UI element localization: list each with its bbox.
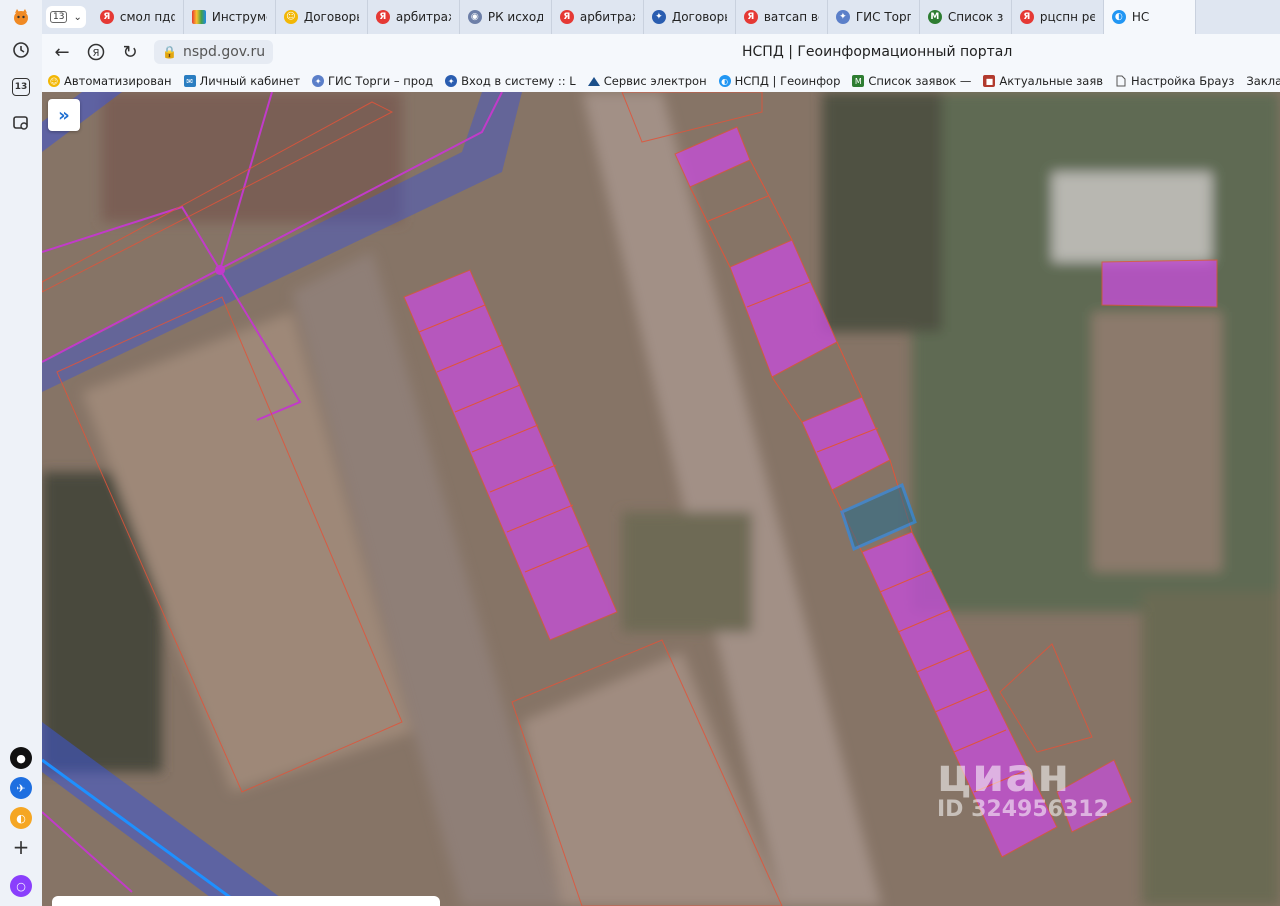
page-icon [1115, 75, 1127, 87]
bookmark-label: Сервис электрон [603, 74, 707, 88]
gis-icon: ✦ [835, 10, 850, 24]
browser-tab[interactable]: Ясмол пдф с [92, 0, 184, 34]
address-bar: ← Я ↻ 🔒 nspd.gov.ru НСПД | Геоинформацио… [42, 34, 1280, 70]
smiley-icon: ☺ [48, 75, 60, 87]
browser-tab[interactable]: ✦ ГИС Торги - [828, 0, 920, 34]
add-icon[interactable]: + [9, 835, 33, 859]
gmail-icon: M [927, 10, 942, 24]
url-text: nspd.gov.ru [182, 44, 266, 60]
chrome-icon: ◉ [467, 10, 482, 24]
bookmark-item[interactable]: ✦ ГИС Торги – прод [306, 74, 439, 88]
expand-panel-button[interactable]: » [48, 99, 80, 131]
cube-icon: ■ [983, 75, 996, 87]
tab-strip: 13 ⌄ Ясмол пдф с Инструмент ☺Договоры а … [42, 0, 1280, 34]
browser-tab-active[interactable]: ◐ НС [1103, 0, 1196, 34]
bookmark-label: Вход в систему :: L [461, 74, 576, 88]
tab-title: Договоры а [303, 10, 359, 24]
bookmark-label: НСПД | Геоинфор [734, 74, 841, 88]
yandex-home-icon[interactable]: Я [82, 38, 110, 66]
page-title: НСПД | Геоинформационный портал [742, 44, 1013, 60]
gis-icon: ✦ [312, 75, 325, 87]
browser-sidebar: 13 ● ✈ ◐ + ○ [0, 0, 43, 906]
tab-title: Инструмент [211, 10, 267, 24]
gov-eagle-icon: ✦ [445, 75, 458, 87]
yandex-icon: Я [375, 10, 390, 24]
bottom-info-panel[interactable] [52, 896, 440, 906]
bookmarks-bar: ☺ Автоматизирован ✉ Личный кабинет ✦ ГИС То… [42, 70, 1280, 93]
nspd-icon: ◐ [718, 75, 731, 87]
tab-title: ГИС Торги - [855, 10, 911, 24]
reload-icon[interactable]: ↻ [116, 38, 144, 66]
gmail-icon: M [852, 75, 865, 87]
tab-title: рцспн респ [1039, 10, 1095, 24]
bookmark-item[interactable]: Настройка Брауз [1109, 74, 1240, 88]
browser-tab[interactable]: M Список зая [920, 0, 1012, 34]
grid-icon [191, 10, 206, 24]
browser-tab[interactable]: Яарбитражн [552, 0, 644, 34]
bookmark-item[interactable]: M Список заявок — [846, 74, 977, 88]
browser-tab[interactable]: ☺ Договоры а [276, 0, 368, 34]
tab-title: арбитражн [579, 10, 635, 24]
screenshot-icon[interactable] [9, 111, 33, 135]
tab-title: Договоры : [671, 10, 727, 24]
tab-title: НС [1131, 10, 1150, 24]
bookmark-item[interactable]: ☺ Автоматизирован [42, 74, 178, 88]
browser-tab[interactable]: Ярцспн респ [1012, 0, 1104, 34]
history-icon[interactable] [9, 38, 33, 62]
bookmark-item[interactable]: ◐ НСПД | Геоинфор [713, 74, 847, 88]
yandex-icon: Я [559, 10, 574, 24]
tabs-badge-icon[interactable]: 13 [9, 75, 33, 99]
bookmark-label: Актуальные заяв [999, 74, 1104, 88]
cian-watermark: циан ID 324956312 [937, 752, 1109, 822]
tab-title: Список зая [947, 10, 1003, 24]
svg-text:Я: Я [93, 48, 100, 59]
alice-icon[interactable]: ○ [9, 874, 33, 898]
tab-count: 13 [50, 11, 68, 23]
browser-tab[interactable]: ✦ Договоры : [644, 0, 736, 34]
bookmark-item[interactable]: ✉ Личный кабинет [178, 74, 307, 88]
bookmark-label: Автоматизирован [64, 74, 172, 88]
bookmark-item[interactable]: Сервис электрон [582, 74, 713, 88]
tab-title: смол пдф с [119, 10, 175, 24]
nspd-icon: ◐ [1111, 10, 1126, 24]
browser-tab[interactable]: ◉ РК исходящ [460, 0, 552, 34]
tab-counter[interactable]: 13 ⌄ [46, 6, 86, 28]
tabs-count-badge: 13 [12, 78, 30, 96]
bookmark-label: Настройка Брауз [1131, 74, 1235, 88]
yandex-icon: Я [743, 10, 758, 24]
mountain-icon [587, 75, 600, 87]
pay-app-icon[interactable]: ◐ [9, 806, 33, 830]
mail-icon: ✉ [183, 75, 196, 87]
media-app-icon[interactable]: ● [9, 746, 33, 770]
browser-logo-icon[interactable] [9, 5, 33, 29]
watermark-id: ID 324956312 [937, 797, 1109, 822]
bookmark-label: ГИС Торги – прод [328, 74, 434, 88]
gov-eagle-icon: ✦ [651, 10, 666, 24]
browser-tab[interactable]: Яарбитражн [368, 0, 460, 34]
tab-title: арбитражн [395, 10, 451, 24]
bookmark-label: Список заявок — [868, 74, 972, 88]
yandex-icon: Я [99, 10, 114, 24]
map-view[interactable]: » циан ID 324956312 [42, 92, 1280, 906]
bookmark-label: Личный кабинет [199, 74, 301, 88]
lock-icon: 🔒 [162, 45, 177, 59]
smiley-icon: ☺ [283, 10, 298, 24]
tab-title: ватсап веб [763, 10, 819, 24]
bookmark-item[interactable]: ✦ Вход в систему :: L [439, 74, 582, 88]
tab-title: РК исходящ [487, 10, 543, 24]
yandex-icon: Я [1019, 10, 1034, 24]
survey-point [215, 265, 225, 275]
bookmark-label: Закладки Microsoft [1246, 74, 1280, 88]
url-field[interactable]: 🔒 nspd.gov.ru [154, 40, 274, 64]
bookmark-item[interactable]: ■ Актуальные заяв [977, 74, 1109, 88]
bookmark-folder[interactable]: Закладки Microsoft [1240, 74, 1280, 88]
browser-tab[interactable]: Инструмент [184, 0, 276, 34]
messenger-app-icon[interactable]: ✈ [9, 776, 33, 800]
browser-tab[interactable]: Яватсап веб [736, 0, 828, 34]
back-arrow-icon[interactable]: ← [48, 38, 76, 66]
chevron-down-icon: ⌄ [73, 11, 82, 23]
watermark-brand: циан [937, 748, 1071, 802]
